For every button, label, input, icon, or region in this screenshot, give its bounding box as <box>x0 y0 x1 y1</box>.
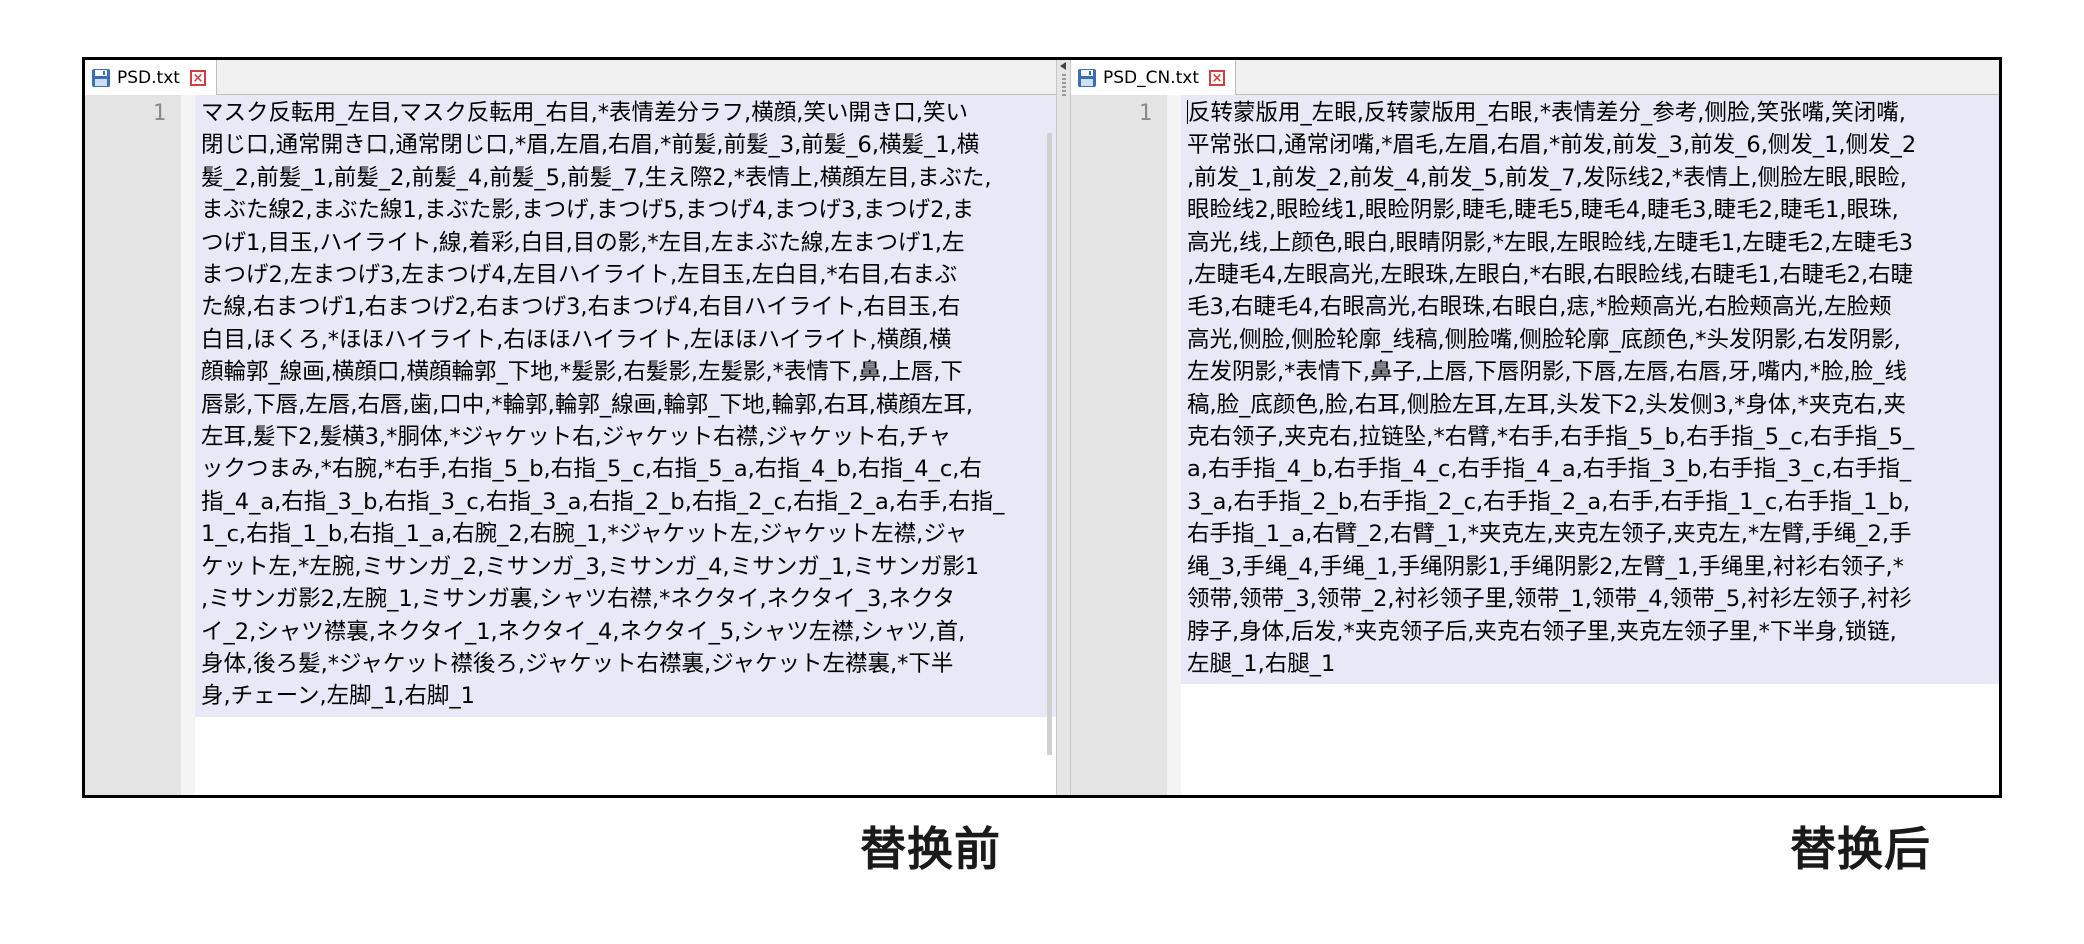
text-line: まつげ2,左まつげ3,左まつげ4,左目ハイライト,左目玉,左白目,*右目,右まぶ <box>201 262 958 289</box>
caption-before: 替换前 <box>860 822 1001 876</box>
text-line: 身,チェーン,左脚_1,右脚_1 <box>201 683 475 710</box>
text-line: 身体,後ろ髪,*ジャケット襟後ろ,ジャケット右襟裏,ジャケット左襟裏,*下半 <box>201 650 954 677</box>
text-line: 高光,线,上颜色,眼白,眼睛阴影,*左眼,左眼睑线,左睫毛1,左睫毛2,左睫毛3 <box>1187 229 1914 256</box>
caption-after: 替换后 <box>1790 822 1931 876</box>
left-tab-bar: PSD.txt × <box>85 60 1056 95</box>
text-line: イ_2,シャツ襟裏,ネクタイ_1,ネクタイ_4,ネクタイ_5,シャツ左襟,シャツ… <box>201 618 966 645</box>
text-line: 毛3,右睫毛4,右眼高光,右眼珠,右眼白,痣,*脸颊高光,右脸颊高光,左脸颊 <box>1187 294 1892 321</box>
close-icon[interactable]: × <box>189 69 206 86</box>
grip-icon <box>1062 74 1066 98</box>
text-line: マスク反転用_左目,マスク反転用_右目,*表情差分ラフ,横顔,笑い開き口,笑い <box>201 100 969 126</box>
save-disk-icon <box>1078 68 1096 87</box>
text-line: 髪_2,前髪_1,前髪_2,前髪_4,前髪_5,前髪_7,生え際2,*表情上,横… <box>201 164 992 191</box>
selected-text: 反转蒙版用_左眼,反转蒙版用_右眼,*表情差分_参考,侧脸,笑张嘴,笑闭嘴, 平… <box>1181 95 1999 685</box>
right-tab-bar: PSD_CN.txt × <box>1071 60 1999 95</box>
text-line: 高光,侧脸,侧脸轮廓_线稿,侧脸嘴,侧脸轮廓_底颜色,*头发阴影,右发阴影, <box>1187 326 1901 353</box>
text-line: 右手指_1_a,右臂_2,右臂_1,*夹克左,夹克左领子,夹克左,*左臂,手绳_… <box>1187 521 1912 548</box>
right-editor-pane: PSD_CN.txt × 1 反转蒙版用_左眼,反转蒙版用_右眼,*表情差分_参… <box>1071 60 1999 795</box>
left-editor-pane: PSD.txt × 1 マスク反転用_左目,マスク反転用_右目,*表情差分ラフ,… <box>85 60 1056 795</box>
vertical-scrollbar[interactable] <box>1047 133 1052 755</box>
text-line: 领带,领带_3,领带_2,衬衫领子里,领带_1,领带_4,领带_5,衬衫左领子,… <box>1187 586 1913 613</box>
save-disk-icon <box>92 68 110 87</box>
text-line: つげ1,目玉,ハイライト,線,着彩,白目,目の影,*左目,左まぶた線,左まつげ1… <box>201 229 965 256</box>
line-number-gutter: 1 <box>1071 95 1167 795</box>
tab-label: PSD.txt <box>117 67 180 88</box>
tab-psd-cn-txt[interactable]: PSD_CN.txt × <box>1071 60 1237 95</box>
text-line: 反转蒙版用_左眼,反转蒙版用_右眼,*表情差分_参考,侧脸,笑张嘴,笑闭嘴, <box>1188 100 1906 126</box>
text-line: ックつまみ,*右腕,*右手,右指_5_b,右指_5_c,右指_5_a,右指_4_… <box>201 456 982 483</box>
text-line: 閉じ口,通常開き口,通常閉じ口,*眉,左眉,右眉,*前髪,前髪_3,前髪_6,横… <box>201 132 980 159</box>
text-line: a,右手指_4_b,右手指_4_c,右手指_4_a,右手指_3_b,右手指_3_… <box>1187 456 1912 483</box>
text-line: 绳_3,手绳_4,手绳_1,手绳阴影1,手绳阴影2,左臂_1,手绳里,衬衫右领子… <box>1187 553 1904 580</box>
line-number: 1 <box>152 101 166 126</box>
close-icon[interactable]: × <box>1209 69 1226 86</box>
text-line: ,前发_1,前发_2,前发_4,前发_5,前发_7,发际线2,*表情上,侧脸左眼… <box>1187 164 1907 191</box>
text-line: 稿,脸_底颜色,脸,右耳,侧脸左耳,左耳,头发下2,头发侧3,*身体,*夹克右,… <box>1187 391 1906 418</box>
text-line: 左耳,髪下2,髪横3,*胴体,*ジャケット右,ジャケット右襟,ジャケット右,チャ <box>201 424 952 451</box>
text-line: 白目,ほくろ,*ほほハイライト,右ほほハイライト,左ほほハイライト,横顔,横 <box>201 326 952 353</box>
text-area[interactable]: 反转蒙版用_左眼,反转蒙版用_右眼,*表情差分_参考,侧脸,笑张嘴,笑闭嘴, 平… <box>1181 95 1999 795</box>
line-number-gutter: 1 <box>85 95 181 795</box>
collapse-arrow-icon[interactable] <box>1060 62 1066 70</box>
text-line: ,ミサンガ影2,左腕_1,ミサンガ裏,シャツ右襟,*ネクタイ,ネクタイ_3,ネク… <box>201 586 956 613</box>
text-line: 左发阴影,*表情下,鼻子,上唇,下唇阴影,下唇,左唇,右唇,牙,嘴内,*脸,脸_… <box>1187 359 1907 386</box>
fold-margin <box>181 95 195 795</box>
text-area[interactable]: マスク反転用_左目,マスク反転用_右目,*表情差分ラフ,横顔,笑い開き口,笑い … <box>195 95 1056 795</box>
text-line: 眼睑线2,眼睑线1,眼睑阴影,睫毛,睫毛5,睫毛4,睫毛3,睫毛2,睫毛1,眼珠… <box>1187 197 1899 224</box>
text-line: 顔輪郭_線画,横顔口,横顔輪郭_下地,*髪影,右髪影,左髪影,*表情下,鼻,上唇… <box>201 359 963 386</box>
text-line: 3_a,右手指_2_b,右手指_2_c,右手指_2_a,右手,右手指_1_c,右… <box>1187 488 1911 515</box>
selected-text: マスク反転用_左目,マスク反転用_右目,*表情差分ラフ,横顔,笑い開き口,笑い … <box>195 95 1056 717</box>
text-line: た線,右まつげ1,右まつげ2,右まつげ3,右まつげ4,右目ハイライト,右目玉,右 <box>201 294 961 321</box>
fold-margin <box>1167 95 1181 795</box>
text-line: ,左睫毛4,左眼高光,左眼珠,左眼白,*右眼,右眼睑线,右睫毛1,右睫毛2,右睫 <box>1187 262 1914 289</box>
line-number: 1 <box>1138 101 1152 126</box>
text-line: 克右领子,夹克右,拉链坠,*右臂,*右手,右手指_5_b,右手指_5_c,右手指… <box>1187 424 1915 451</box>
pane-splitter[interactable] <box>1056 60 1071 795</box>
text-line: 脖子,身体,后发,*夹克领子后,夹克右领子里,夹克左领子里,*下半身,锁链, <box>1187 618 1897 645</box>
text-line: 左腿_1,右腿_1 <box>1187 650 1336 677</box>
text-line: 唇影,下唇,左唇,右唇,歯,口中,*輪郭,輪郭_線画,輪郭_下地,輪郭,右耳,横… <box>201 391 974 418</box>
text-line: ケット左,*左腕,ミサンガ_2,ミサンガ_3,ミサンガ_4,ミサンガ_1,ミサン… <box>201 553 980 580</box>
text-line: 指_4_a,右指_3_b,右指_3_c,右指_3_a,右指_2_b,右指_2_c… <box>201 488 1005 515</box>
text-line: 平常张口,通常闭嘴,*眉毛,左眉,右眉,*前发,前发_3,前发_6,侧发_1,侧… <box>1187 132 1917 159</box>
text-line: 1_c,右指_1_b,右指_1_a,右腕_2,右腕_1,*ジャケット左,ジャケッ… <box>201 521 968 548</box>
tab-psd-txt[interactable]: PSD.txt × <box>85 60 217 95</box>
tab-label: PSD_CN.txt <box>1103 67 1200 88</box>
text-line: まぶた線2,まぶた線1,まぶた影,まつげ,まつげ5,まつげ4,まつげ3,まつげ2… <box>201 197 975 224</box>
editor-window: PSD.txt × 1 マスク反転用_左目,マスク反転用_右目,*表情差分ラフ,… <box>82 57 2002 798</box>
